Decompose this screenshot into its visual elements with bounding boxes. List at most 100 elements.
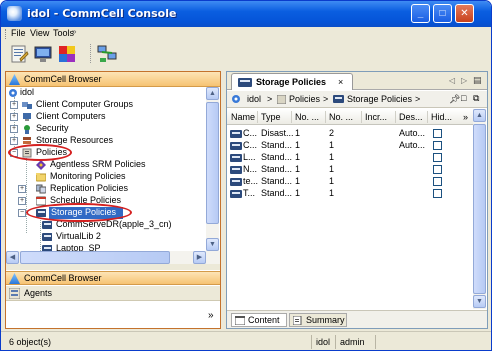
collapse-icon[interactable]: − [18, 209, 26, 217]
colors-button[interactable] [56, 43, 78, 65]
hidden-checkbox[interactable] [433, 189, 442, 198]
table-cell-no1: 1 [295, 140, 301, 150]
table-row[interactable]: T... Stand... 1 1 [227, 188, 473, 200]
commcell-browser-header[interactable]: CommCell Browser [6, 72, 220, 87]
scroll-thumb[interactable] [473, 124, 486, 294]
table-cell-no2: 1 [329, 176, 335, 186]
tree-connector [26, 151, 27, 233]
tree-vertical-scrollbar[interactable]: ▲ ▼ [206, 87, 219, 251]
table-row[interactable]: C... Disast... 1 2 Auto... [227, 128, 473, 140]
breadcrumb-idol[interactable]: idol [247, 94, 261, 104]
scroll-left-icon[interactable]: ◀ [6, 251, 19, 264]
menu-file[interactable]: File [11, 28, 26, 38]
more-nav-icon[interactable]: » [208, 310, 214, 321]
hidden-checkbox[interactable] [433, 141, 442, 150]
breadcrumb-policies[interactable]: Policies [289, 94, 320, 104]
close-button[interactable]: ✕ [455, 4, 474, 23]
commcell-browser-nav-button[interactable]: CommCell Browser [6, 271, 220, 285]
storage-policies-pane: Storage Policies × ◁ ▷ ▤ idol > Policies… [226, 71, 488, 329]
table-row[interactable]: N... Stand... 1 1 [227, 164, 473, 176]
monitor-icon [34, 46, 52, 62]
breadcrumb-storage-policies[interactable]: Storage Policies [347, 94, 412, 104]
hidden-checkbox[interactable] [433, 153, 442, 162]
title-bar[interactable]: idol - CommCell Console _ □ ✕ [1, 1, 491, 27]
column-header-no1[interactable]: No. ... [295, 112, 319, 122]
tab-content[interactable]: Content [231, 313, 287, 327]
breadcrumb-separator: > [267, 94, 273, 104]
expand-icon[interactable]: + [10, 113, 18, 121]
storage-policy-icon [230, 190, 242, 198]
restore-view-icon[interactable]: ⧉ [473, 93, 479, 104]
minimize-view-icon[interactable]: □ [461, 93, 466, 103]
tab-prev-icon[interactable]: ◁ [449, 76, 455, 85]
column-header-name[interactable]: Name [231, 112, 255, 122]
table-cell-type: Stand... [261, 152, 293, 162]
column-header-no2[interactable]: No. ... [329, 112, 353, 122]
status-spacer [375, 335, 485, 349]
column-divider[interactable] [395, 111, 396, 123]
commcell-icon [232, 95, 240, 103]
column-divider[interactable] [291, 111, 292, 123]
maximize-button[interactable]: □ [433, 4, 452, 23]
menu-tools[interactable]: Tools [53, 28, 74, 38]
table-cell-des: Auto... [399, 140, 426, 150]
agents-nav-button[interactable]: Agents [6, 286, 220, 301]
scroll-up-icon[interactable]: ▲ [473, 109, 486, 122]
table-cell-no1: 1 [295, 164, 301, 174]
scroll-down-icon[interactable]: ▼ [206, 238, 219, 251]
pin-icon[interactable]: 📌︎ [449, 94, 460, 105]
hidden-checkbox[interactable] [433, 165, 442, 174]
expand-icon[interactable]: + [10, 101, 18, 109]
scroll-down-icon[interactable]: ▼ [473, 295, 486, 308]
table-row[interactable]: te... Stand... 1 1 [227, 176, 473, 188]
storage-policy-icon [42, 233, 52, 241]
tab-summary[interactable]: Summary [289, 313, 347, 327]
column-chooser-icon[interactable]: » [463, 112, 468, 122]
column-divider[interactable] [427, 111, 428, 123]
menu-view[interactable]: View [30, 28, 49, 38]
tab-list-icon[interactable]: ▤ [473, 75, 482, 86]
column-divider[interactable] [361, 111, 362, 123]
close-icon: ✕ [460, 8, 469, 19]
column-header-incr[interactable]: Incr... [365, 112, 387, 122]
column-divider[interactable] [325, 111, 326, 123]
notepad-button[interactable] [8, 43, 30, 65]
tab-next-icon[interactable]: ▷ [461, 76, 467, 85]
monitor-button[interactable] [32, 43, 54, 65]
table-vertical-scrollbar[interactable]: ▲ ▼ [473, 109, 486, 309]
expand-icon[interactable]: + [18, 197, 26, 205]
expand-icon[interactable]: + [18, 185, 26, 193]
tab-label: Storage Policies [256, 77, 327, 87]
table-cell-no1: 1 [295, 188, 301, 198]
menu-overflow-icon[interactable]: » [72, 27, 76, 36]
table-cell-des: Auto... [399, 128, 426, 138]
column-header-des[interactable]: Des... [399, 112, 423, 122]
scroll-thumb[interactable] [20, 251, 170, 264]
column-header-type[interactable]: Type [261, 112, 281, 122]
tree-horizontal-scrollbar[interactable]: ◀ ▶ [6, 251, 220, 264]
storage-policy-icon [333, 95, 344, 103]
commcell-browser-title: CommCell Browser [24, 74, 102, 84]
tab-storage-policies[interactable]: Storage Policies × [231, 73, 353, 90]
column-header-hidden[interactable]: Hid... [431, 112, 452, 122]
scroll-right-icon[interactable]: ▶ [193, 251, 206, 264]
expand-icon[interactable]: + [10, 137, 18, 145]
minimize-button[interactable]: _ [411, 4, 430, 23]
scroll-up-icon[interactable]: ▲ [206, 87, 219, 100]
status-host: idol [311, 335, 335, 349]
network-button[interactable] [96, 43, 118, 65]
menu-grip[interactable] [5, 29, 8, 39]
tab-close-icon[interactable]: × [338, 77, 343, 87]
scroll-thumb[interactable] [206, 102, 219, 224]
status-bar: 6 object(s) idol admin [1, 331, 491, 350]
hidden-checkbox[interactable] [433, 129, 442, 138]
column-divider[interactable] [257, 111, 258, 123]
table-row[interactable]: C... Stand... 1 1 Auto... [227, 140, 473, 152]
expand-icon[interactable]: + [10, 125, 18, 133]
hidden-checkbox[interactable] [433, 177, 442, 186]
table-row[interactable]: L... Stand... 1 1 [227, 152, 473, 164]
pane-splitter[interactable] [6, 264, 220, 270]
app-icon [7, 6, 22, 21]
minimize-icon: _ [417, 8, 424, 19]
storage-policy-icon [238, 78, 252, 87]
